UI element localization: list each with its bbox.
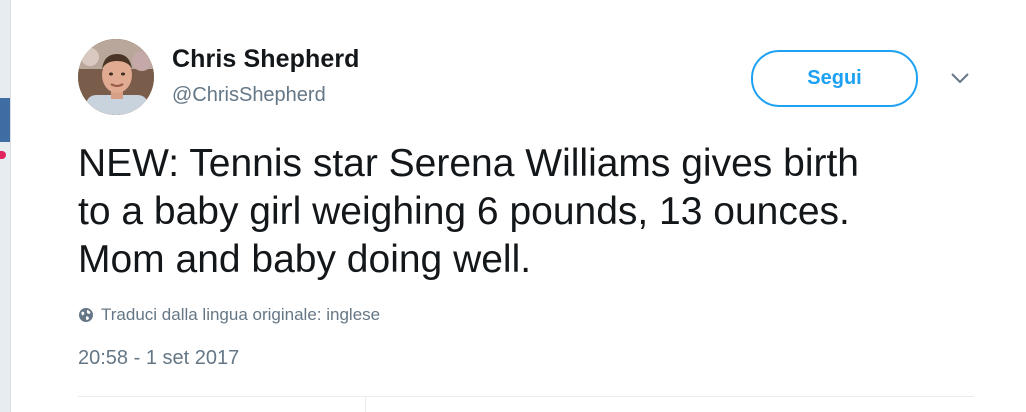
avatar[interactable] <box>78 39 154 115</box>
chevron-down-icon <box>951 73 969 84</box>
background-notification-dot <box>0 151 6 159</box>
user-handle[interactable]: @ChrisShepherd <box>172 84 326 107</box>
more-options-menu[interactable] <box>947 70 973 88</box>
globe-icon <box>79 308 93 322</box>
display-name[interactable]: Chris Shepherd <box>172 45 360 74</box>
avatar-photo <box>78 39 154 115</box>
translate-tweet[interactable]: Traduci dalla lingua originale: inglese <box>78 305 380 325</box>
tweet-text: NEW: Tennis star Serena Williams gives b… <box>78 142 859 281</box>
stats-divider <box>365 397 366 412</box>
tweet-page: Chris Shepherd @ChrisShepherd Segui NEW:… <box>0 0 1026 412</box>
section-divider <box>78 396 974 397</box>
follow-button[interactable]: Segui <box>751 50 918 107</box>
translate-link[interactable]: Traduci dalla lingua originale: inglese <box>101 305 380 325</box>
background-page-edge <box>0 0 11 412</box>
tweet-timestamp[interactable]: 20:58 - 1 set 2017 <box>78 347 239 370</box>
background-blue-strip <box>0 98 10 142</box>
